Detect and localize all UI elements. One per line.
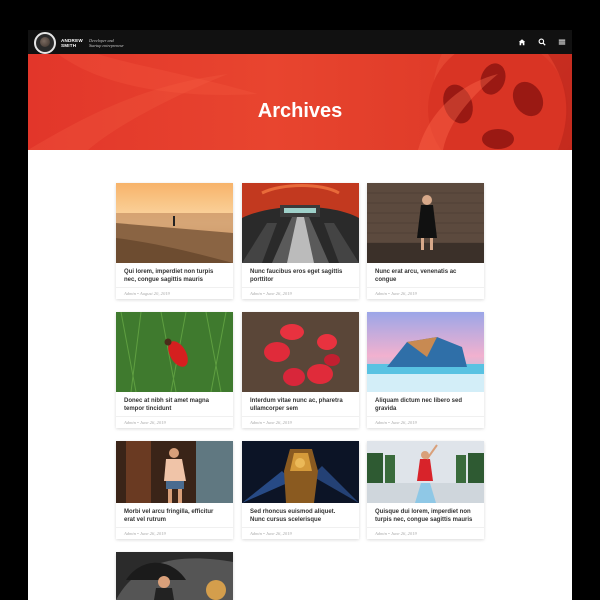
header-nav [518, 38, 566, 46]
meta-separator: • [388, 531, 390, 536]
post-author[interactable]: Admin [124, 531, 136, 536]
post-thumbnail-woman-door[interactable] [116, 441, 233, 503]
meta-separator: • [263, 291, 265, 296]
page: ANDREW SMITH Developer and Startup entre… [0, 0, 600, 600]
post-thumbnail-statue[interactable] [242, 441, 359, 503]
page-title: Archives [257, 100, 343, 122]
meta-separator: • [137, 291, 139, 296]
post-card[interactable]: Qui lorem, imperdiet non turpis nec, con… [116, 183, 233, 299]
meta-separator: • [263, 531, 265, 536]
post-title[interactable]: Nunc erat arcu, venenatis ac congue [367, 263, 484, 285]
post-author[interactable]: Admin [250, 420, 262, 425]
post-author[interactable]: Admin [124, 291, 136, 296]
post-card[interactable]: Sed rhoncus euismod aliquet. Nunc cursus… [242, 441, 359, 539]
meta-separator: • [137, 531, 139, 536]
post-meta: Admin • June 26, 2019 [242, 416, 359, 428]
post-title[interactable]: Qui lorem, imperdiet non turpis nec, con… [116, 263, 233, 285]
post-meta: Admin • June 26, 2019 [367, 416, 484, 428]
post-card[interactable]: Morbi vel arcu fringilla, efficitur erat… [116, 441, 233, 539]
meta-separator: • [388, 291, 390, 296]
post-card[interactable] [116, 552, 233, 600]
post-thumbnail-macarons[interactable] [242, 312, 359, 392]
post-card[interactable]: Interdum vitae nunc ac, pharetra ullamco… [242, 312, 359, 428]
post-date: June 26, 2019 [139, 531, 166, 536]
post-title[interactable]: Sed rhoncus euismod aliquet. Nunc cursus… [242, 503, 359, 525]
post-thumbnail-beach[interactable] [116, 183, 233, 263]
site-name[interactable]: ANDREW SMITH [61, 38, 83, 48]
home-icon[interactable] [518, 38, 526, 46]
post-author[interactable]: Admin [375, 531, 387, 536]
hero-banner: Archives [28, 54, 572, 150]
post-meta: Admin • June 26, 2019 [242, 287, 359, 299]
post-card[interactable]: Nunc erat arcu, venenatis ac congue Admi… [367, 183, 484, 299]
meta-separator: • [388, 420, 390, 425]
post-title[interactable]: Donec at nibh sit amet magna tempor tinc… [116, 392, 233, 414]
site-name-line2: SMITH [61, 43, 77, 48]
meta-separator: • [263, 420, 265, 425]
post-meta: Admin • June 26, 2019 [367, 287, 484, 299]
site-tagline: Developer and Startup entrepreneur [89, 38, 124, 48]
menu-icon[interactable] [558, 38, 566, 46]
meta-separator: • [137, 420, 139, 425]
post-thumbnail-taj-mahal[interactable] [367, 441, 484, 503]
post-meta: Admin • August 20, 2019 [116, 287, 233, 299]
post-date: June 26, 2019 [265, 291, 292, 296]
tagline-line2: Startup entrepreneur [89, 43, 124, 48]
post-title[interactable]: Aliquam dictum nec libero sed gravida [367, 392, 484, 414]
post-title[interactable]: Quisque dui lorem, imperdiet non turpis … [367, 503, 484, 525]
post-date: June 26, 2019 [390, 420, 417, 425]
post-author[interactable]: Admin [124, 420, 136, 425]
post-title[interactable]: Morbi vel arcu fringilla, efficitur erat… [116, 503, 233, 525]
post-meta: Admin • June 26, 2019 [242, 527, 359, 539]
post-author[interactable]: Admin [375, 291, 387, 296]
site-header: ANDREW SMITH Developer and Startup entre… [28, 30, 572, 54]
post-thumbnail-woman-wall[interactable] [367, 183, 484, 263]
post-author[interactable]: Admin [250, 531, 262, 536]
post-date: June 26, 2019 [265, 420, 292, 425]
post-card[interactable]: Donec at nibh sit amet magna tempor tinc… [116, 312, 233, 428]
post-date: June 26, 2019 [139, 420, 166, 425]
post-date: June 26, 2019 [390, 291, 417, 296]
post-date: August 20, 2019 [139, 291, 170, 296]
post-card[interactable]: Nunc faucibus eros eget sagittis porttit… [242, 183, 359, 299]
post-author[interactable]: Admin [250, 291, 262, 296]
search-icon[interactable] [538, 38, 546, 46]
post-title[interactable]: Interdum vitae nunc ac, pharetra ullamco… [242, 392, 359, 414]
post-date: June 26, 2019 [390, 531, 417, 536]
post-card[interactable]: Aliquam dictum nec libero sed gravida Ad… [367, 312, 484, 428]
post-thumbnail-umbrella[interactable] [116, 552, 233, 600]
post-meta: Admin • June 26, 2019 [367, 527, 484, 539]
post-meta: Admin • June 26, 2019 [116, 527, 233, 539]
post-card[interactable]: Quisque dui lorem, imperdiet non turpis … [367, 441, 484, 539]
post-thumbnail-grass[interactable] [116, 312, 233, 392]
archive-grid: Qui lorem, imperdiet non turpis nec, con… [28, 150, 572, 600]
post-thumbnail-station[interactable] [242, 183, 359, 263]
post-meta: Admin • June 26, 2019 [116, 416, 233, 428]
post-author[interactable]: Admin [375, 420, 387, 425]
post-date: June 26, 2019 [265, 531, 292, 536]
post-title[interactable]: Nunc faucibus eros eget sagittis porttit… [242, 263, 359, 285]
post-thumbnail-rock[interactable] [367, 312, 484, 392]
avatar[interactable] [34, 32, 56, 54]
